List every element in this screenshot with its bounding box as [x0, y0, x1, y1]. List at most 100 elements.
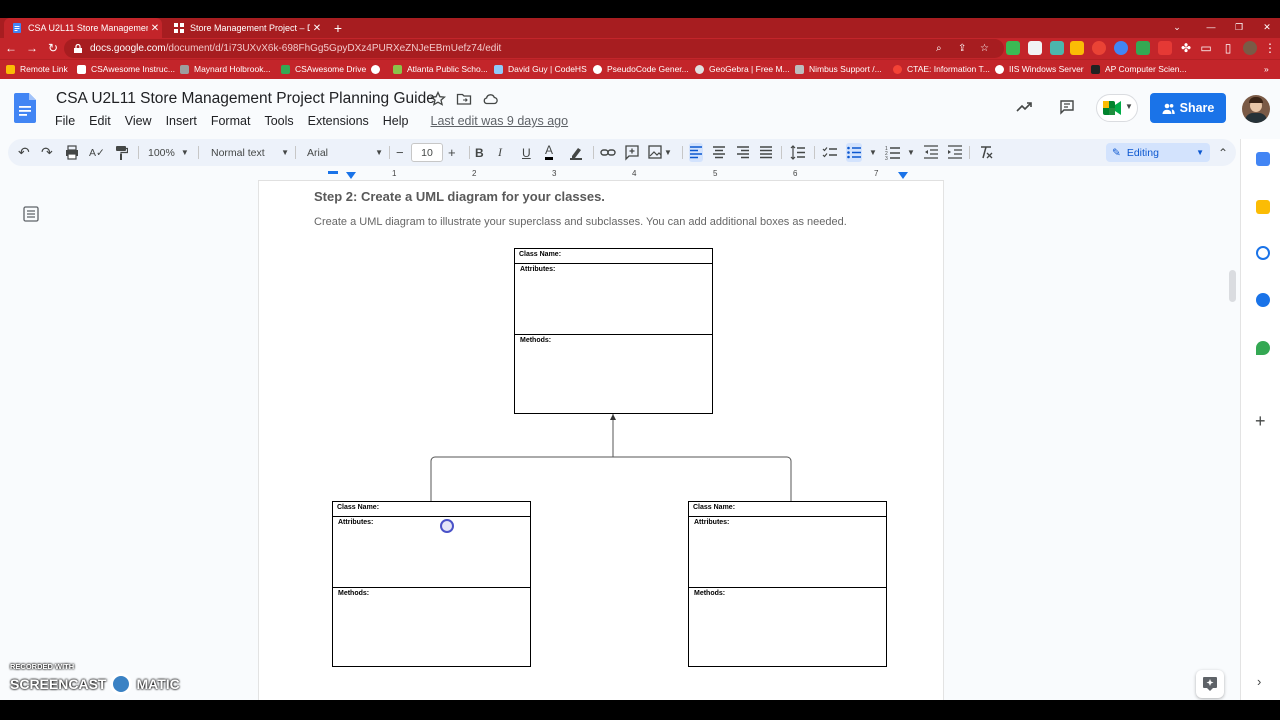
undo-icon[interactable]: ↶: [18, 143, 30, 162]
font-select[interactable]: Arial ▼: [307, 143, 383, 162]
extension-green-icon[interactable]: [1006, 41, 1020, 55]
first-line-indent-marker[interactable]: [328, 171, 338, 174]
right-indent-marker[interactable]: [898, 172, 908, 179]
share-page-icon[interactable]: ⇪: [958, 39, 966, 58]
menu-file[interactable]: File: [48, 114, 82, 128]
extension-check-icon[interactable]: [1136, 41, 1150, 55]
style-select[interactable]: Normal text ▼: [211, 143, 289, 162]
comment-history-icon[interactable]: [1059, 99, 1075, 115]
redo-icon[interactable]: ↷: [41, 143, 53, 162]
bookmark-item[interactable]: [371, 60, 385, 79]
reload-icon[interactable]: ↻: [45, 40, 61, 56]
bookmark-item[interactable]: David Guy | CodeHS: [494, 60, 587, 79]
document-outline-icon[interactable]: [23, 206, 39, 222]
clear-formatting-icon[interactable]: [978, 143, 994, 162]
maximize-icon[interactable]: ❐: [1228, 18, 1250, 36]
left-indent-marker[interactable]: [346, 172, 356, 179]
close-tab-icon[interactable]: ✕: [148, 23, 162, 34]
share-button[interactable]: Share: [1150, 93, 1226, 123]
font-size-minus-button[interactable]: −: [396, 143, 404, 162]
extension-color-icon[interactable]: [1070, 41, 1084, 55]
sidebar-icon[interactable]: ▯: [1220, 40, 1236, 56]
cast-icon[interactable]: ▭: [1198, 40, 1214, 56]
menu-insert[interactable]: Insert: [159, 114, 204, 128]
url-field[interactable]: docs.google.com/document/d/1i73UXvX6k-69…: [64, 39, 1004, 58]
meet-button[interactable]: ▼: [1096, 94, 1138, 122]
menu-format[interactable]: Format: [204, 114, 258, 128]
uml-subclass-box-left[interactable]: Class Name: Attributes: Methods:: [332, 501, 531, 667]
zoom-icon[interactable]: ⌕: [936, 39, 942, 58]
font-size-plus-button[interactable]: +: [448, 143, 456, 162]
show-side-panel-icon[interactable]: ›: [1257, 674, 1261, 689]
highlight-pen-icon[interactable]: [569, 143, 583, 162]
italic-button[interactable]: I: [498, 143, 502, 162]
extension-blue-icon[interactable]: [1114, 41, 1128, 55]
keep-icon[interactable]: [1256, 200, 1270, 214]
contacts-icon[interactable]: [1256, 293, 1270, 307]
add-comment-icon[interactable]: [625, 143, 639, 162]
add-addon-icon[interactable]: +: [1255, 411, 1266, 432]
menu-view[interactable]: View: [118, 114, 159, 128]
bookmark-item[interactable]: Maynard Holbrook...: [180, 60, 271, 79]
uml-subclass-box-right[interactable]: Class Name: Attributes: Methods:: [688, 501, 887, 667]
print-icon[interactable]: [65, 143, 79, 162]
extension-cloud-icon[interactable]: [1028, 41, 1042, 55]
profile-avatar-icon[interactable]: [1243, 41, 1257, 55]
numbered-list-icon[interactable]: 123: [885, 143, 901, 162]
tab-inactive[interactable]: Store Management Project – Day ✕: [166, 18, 324, 38]
move-folder-icon[interactable]: [456, 91, 472, 107]
document-page[interactable]: Step 2: Create a UML diagram for your cl…: [258, 181, 944, 700]
decrease-indent-icon[interactable]: [923, 143, 939, 162]
last-edit-link[interactable]: Last edit was 9 days ago: [424, 114, 576, 128]
extension-rec-icon[interactable]: [1158, 41, 1172, 55]
collapse-menus-icon[interactable]: ⌃: [1218, 143, 1228, 162]
bookmark-item[interactable]: Nimbus Support /...: [795, 60, 882, 79]
extensions-puzzle-icon[interactable]: ✤: [1178, 40, 1194, 56]
spellcheck-icon[interactable]: A✓: [89, 143, 105, 162]
new-tab-icon[interactable]: +: [330, 18, 346, 38]
chevron-down-icon[interactable]: ▼: [664, 143, 672, 162]
tasks-icon[interactable]: [1256, 246, 1270, 260]
bookmark-star-icon[interactable]: ☆: [980, 39, 989, 58]
menu-extensions[interactable]: Extensions: [301, 114, 376, 128]
more-bookmarks-icon[interactable]: »: [1264, 60, 1269, 79]
bookmark-item[interactable]: AP Computer Scien...: [1091, 60, 1187, 79]
bold-button[interactable]: B: [475, 143, 484, 162]
menu-tools[interactable]: Tools: [257, 114, 300, 128]
activity-trend-icon[interactable]: [1016, 99, 1032, 115]
chevron-down-icon[interactable]: ▼: [869, 143, 877, 162]
vertical-scrollbar[interactable]: [1229, 270, 1236, 302]
document-title[interactable]: CSA U2L11 Store Management Project Plann…: [56, 90, 435, 108]
tab-active[interactable]: CSA U2L11 Store Management P ✕: [4, 18, 162, 38]
bookmark-item[interactable]: GeoGebra | Free M...: [695, 60, 790, 79]
align-left-icon[interactable]: [689, 143, 703, 162]
forward-icon[interactable]: →: [24, 40, 40, 56]
calendar-icon[interactable]: [1256, 152, 1270, 166]
paint-format-icon[interactable]: [114, 143, 128, 162]
close-window-icon[interactable]: ✕: [1256, 18, 1278, 36]
editing-mode-select[interactable]: ✎ Editing ▼: [1106, 143, 1210, 162]
extension-teal-icon[interactable]: [1050, 41, 1064, 55]
bookmark-item[interactable]: CTAE: Information T...: [893, 60, 990, 79]
menu-edit[interactable]: Edit: [82, 114, 118, 128]
horizontal-ruler[interactable]: 1 2 3 4 5 6 7: [258, 168, 944, 181]
cloud-saved-icon[interactable]: [482, 91, 498, 107]
line-spacing-icon[interactable]: [790, 143, 806, 162]
underline-button[interactable]: U: [522, 143, 531, 162]
back-icon[interactable]: ←: [3, 40, 19, 56]
maps-icon[interactable]: [1256, 341, 1270, 355]
bookmark-item[interactable]: Atlanta Public Scho...: [393, 60, 488, 79]
minimize-icon[interactable]: —: [1200, 18, 1222, 36]
tab-search-icon[interactable]: ⌄: [1166, 18, 1188, 36]
zoom-select[interactable]: 100% ▼: [148, 143, 189, 162]
extension-red-icon[interactable]: [1092, 41, 1106, 55]
chrome-menu-icon[interactable]: ⋮: [1262, 40, 1278, 56]
increase-indent-icon[interactable]: [947, 143, 963, 162]
font-size-input[interactable]: 10: [411, 143, 443, 162]
user-avatar[interactable]: [1242, 95, 1270, 123]
insert-image-icon[interactable]: [648, 143, 662, 162]
close-tab-icon[interactable]: ✕: [310, 23, 324, 34]
bookmark-item[interactable]: PseudoCode Gener...: [593, 60, 689, 79]
bulleted-list-icon[interactable]: [846, 143, 862, 162]
insert-link-icon[interactable]: [600, 143, 616, 162]
